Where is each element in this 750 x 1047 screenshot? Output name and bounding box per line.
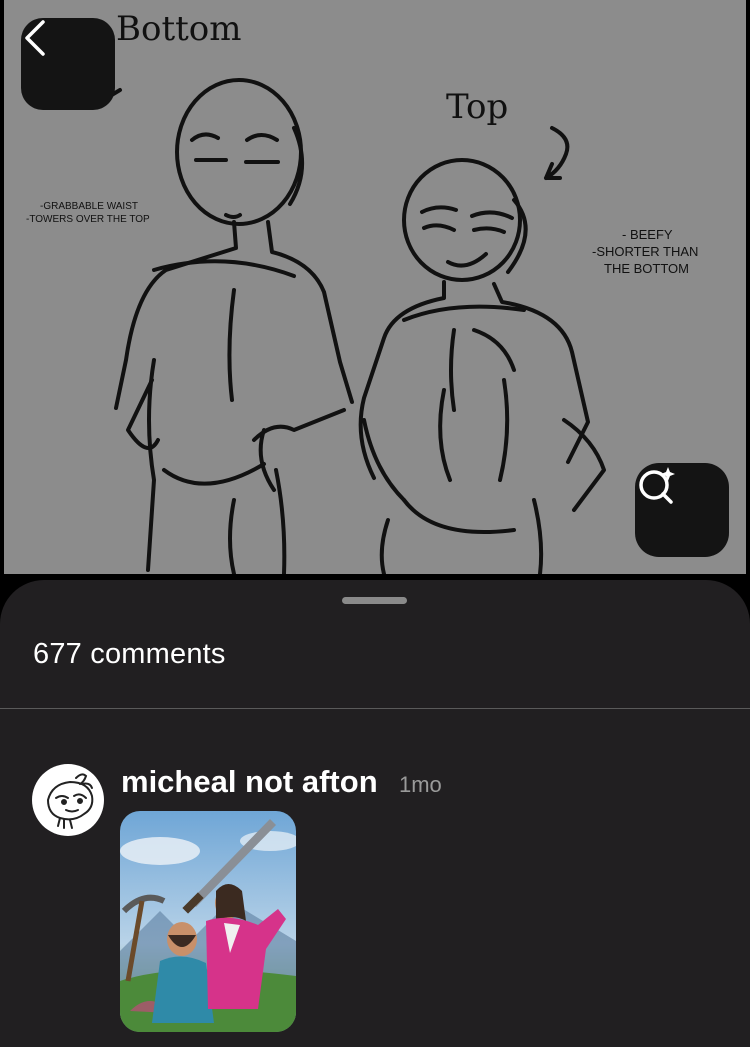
back-button[interactable] bbox=[21, 18, 115, 110]
chevron-left-icon bbox=[25, 20, 45, 56]
top-title: Top bbox=[446, 87, 508, 127]
top-character-head bbox=[402, 158, 522, 282]
comment-image-attachment[interactable] bbox=[120, 811, 296, 1032]
pin-image[interactable]: Bottom Top -GRABBABLE WAIST -TOWERS OVER… bbox=[4, 0, 746, 574]
comment-timestamp: 1mo bbox=[399, 772, 442, 797]
bottom-title: Bottom bbox=[116, 9, 242, 49]
visual-search-button[interactable] bbox=[635, 463, 729, 557]
top-note-1: - BEEFY bbox=[622, 227, 673, 242]
sketch-creature-avatar-icon bbox=[46, 773, 94, 829]
movie-still-image bbox=[120, 811, 296, 1032]
bottom-note-1: -GRABBABLE WAIST bbox=[40, 201, 138, 212]
comment-count: 677 comments bbox=[33, 638, 226, 670]
top-note-3: THE BOTTOM bbox=[604, 261, 689, 276]
avatar[interactable] bbox=[32, 764, 104, 836]
sheet-grabber[interactable] bbox=[342, 597, 407, 604]
comments-sheet: 677 comments micheal not afton 1mo bbox=[0, 580, 750, 1047]
divider bbox=[0, 708, 750, 709]
bottom-note-2: -TOWERS OVER THE TOP bbox=[26, 214, 150, 225]
top-note-2: -SHORTER THAN bbox=[592, 244, 698, 259]
visual-search-icon bbox=[639, 467, 675, 504]
comment-username[interactable]: micheal not afton bbox=[121, 764, 378, 800]
bottom-character-head bbox=[175, 78, 303, 226]
